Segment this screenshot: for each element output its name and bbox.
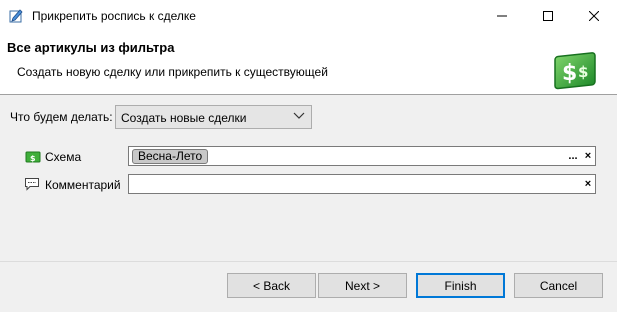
back-button[interactable]: < Back	[227, 273, 316, 298]
action-label: Что будем делать:	[10, 110, 113, 124]
minimize-button[interactable]	[479, 0, 525, 31]
chevron-down-icon	[293, 112, 305, 119]
wizard-header: Все артикулы из фильтра Создать новую сд…	[0, 31, 617, 95]
scheme-label: Схема	[45, 150, 82, 164]
scheme-tag[interactable]: Весна-Лето	[132, 149, 209, 164]
svg-text:$: $	[30, 154, 36, 163]
close-button[interactable]	[571, 0, 617, 31]
comment-label: Комментарий	[45, 178, 121, 192]
scheme-field[interactable]: Весна-Лето ... ×	[128, 146, 596, 166]
notebook-pen-icon	[9, 9, 23, 23]
cancel-button[interactable]: Cancel	[514, 273, 603, 298]
wizard-subtitle: Создать новую сделку или прикрепить к су…	[17, 65, 328, 79]
comment-field[interactable]: ×	[128, 174, 596, 194]
next-button[interactable]: Next >	[318, 273, 407, 298]
svg-text:$: $	[562, 61, 577, 86]
close-icon	[589, 10, 599, 21]
wizard-title: Все артикулы из фильтра	[7, 40, 175, 55]
action-select-value: Создать новые сделки	[121, 111, 247, 125]
comment-icon	[25, 178, 39, 191]
maximize-button[interactable]	[525, 0, 571, 31]
scheme-clear-button[interactable]: ×	[581, 148, 595, 164]
finish-button[interactable]: Finish	[416, 273, 505, 298]
minimize-icon	[497, 15, 507, 16]
window-title: Прикрепить роспись к сделке	[32, 9, 196, 23]
action-select[interactable]: Создать новые сделки	[115, 105, 312, 129]
maximize-icon	[543, 10, 553, 21]
browse-button[interactable]: ...	[566, 148, 580, 164]
footer-divider	[0, 261, 617, 262]
svg-text:$: $	[578, 63, 588, 81]
money-dollar-icon: $ $	[554, 52, 596, 90]
title-bar: Прикрепить роспись к сделке	[0, 0, 617, 31]
money-icon: $	[25, 151, 41, 163]
comment-clear-button[interactable]: ×	[581, 176, 595, 192]
